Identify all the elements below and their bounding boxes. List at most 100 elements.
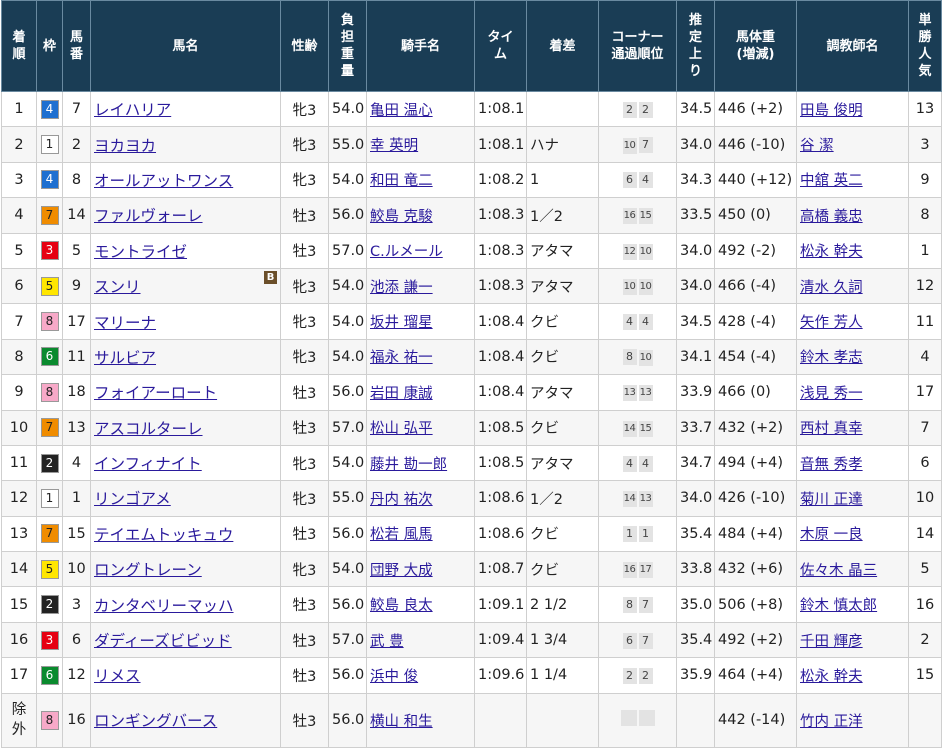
trainer-link[interactable]: 木原 一良: [800, 527, 863, 543]
jockey-link[interactable]: 浜中 俊: [370, 669, 418, 685]
trainer-link[interactable]: 高橋 義忠: [800, 209, 863, 225]
corner-pos: 7: [638, 632, 653, 649]
rank-cell-text: 10: [9, 419, 29, 436]
header-corner-1: コーナー: [611, 30, 664, 45]
trainer-link[interactable]: 中舘 英二: [800, 173, 863, 189]
finish-time: 1:08.7: [474, 551, 527, 588]
trainer-link[interactable]: 鈴木 慎太郎: [800, 598, 877, 614]
jockey-link[interactable]: C.ルメール: [370, 244, 443, 260]
rank-cell: 1: [1, 90, 37, 128]
jockey-link[interactable]: 坂井 瑠星: [370, 315, 433, 331]
horse-number: 16: [62, 692, 91, 748]
horse-name-link[interactable]: ロンギングバース: [94, 712, 217, 730]
trainer-link[interactable]: 浅見 秀一: [800, 386, 863, 402]
trainer-link[interactable]: 竹内 正洋: [800, 714, 863, 730]
rank-cell: 16: [1, 621, 37, 659]
corner-positions: 10 10: [598, 267, 677, 305]
popularity: 2: [908, 621, 942, 659]
jockey-cell: 鮫島 良太: [366, 586, 475, 623]
sex-age: 牡3: [280, 692, 329, 748]
waku-cell: 2: [36, 444, 63, 482]
header-num: 馬番: [62, 0, 91, 92]
trainer-link[interactable]: 鈴木 孝志: [800, 350, 863, 366]
rank-cell-text: 6: [14, 278, 24, 295]
horse-name-link[interactable]: フォイアーロート: [94, 384, 217, 402]
jockey-link[interactable]: 藤井 勘一郎: [370, 457, 447, 473]
header-time-1: タイ: [487, 30, 514, 45]
header-last3f-1: 推: [688, 13, 702, 28]
horse-cell: カンタベリーマッハ: [90, 586, 281, 623]
table-row: 2 1 2 ヨカヨカ 牝3 55.0 幸 英明 1:08.1 ハナ 10 7 34…: [1, 126, 942, 163]
jockey-link[interactable]: 丹内 祐次: [370, 492, 433, 508]
body-weight: 432 (+6): [714, 551, 797, 588]
waku-cell: 2: [36, 586, 63, 623]
horse-name-link[interactable]: アスコルターレ: [94, 420, 203, 438]
jockey-link[interactable]: 岩田 康誠: [370, 386, 433, 402]
jockey-link[interactable]: 鮫島 良太: [370, 598, 433, 614]
body-weight: 494 (+4): [714, 444, 797, 482]
rank-cell-text: 16: [9, 632, 29, 649]
table-row: 16 3 6 ダディーズビビッド 牡3 57.0 武 豊 1:09.4 1 3/…: [1, 621, 942, 659]
waku-badge: 7: [40, 205, 59, 225]
trainer-link[interactable]: 西村 真幸: [800, 421, 863, 437]
trainer-link[interactable]: 谷 潔: [800, 138, 834, 154]
trainer-link[interactable]: 音無 秀孝: [800, 457, 863, 473]
body-weight: 426 (-10): [714, 480, 797, 517]
jockey-cell: 池添 謙一: [366, 267, 475, 305]
trainer-link[interactable]: 松永 幹夫: [800, 669, 863, 685]
corner-pos: 15: [638, 420, 653, 437]
horse-name-link[interactable]: ロングトレーン: [94, 561, 202, 579]
popularity: 15: [908, 657, 942, 694]
trainer-link[interactable]: 菊川 正達: [800, 492, 863, 508]
jockey-link[interactable]: 松山 弘平: [370, 421, 433, 437]
horse-name-link[interactable]: リメス: [94, 667, 141, 685]
horse-name-link[interactable]: ファルヴォーレ: [94, 207, 203, 225]
waku-cell: 8: [36, 303, 63, 340]
jockey-link[interactable]: 福永 祐一: [370, 350, 433, 366]
horse-name-link[interactable]: レイハリア: [94, 101, 171, 119]
horse-name-link[interactable]: サルビア: [94, 349, 156, 367]
sex-age: 牡3: [280, 515, 329, 553]
horse-name-link[interactable]: ヨカヨカ: [94, 137, 156, 155]
rank-cell: 3: [1, 161, 37, 199]
body-weight: 428 (-4): [714, 303, 797, 340]
sex-age: 牡3: [280, 657, 329, 694]
horse-name-link[interactable]: インフィナイト: [94, 455, 202, 473]
jockey-link[interactable]: 亀田 温心: [370, 103, 433, 119]
horse-name-link[interactable]: リンゴアメ: [94, 490, 171, 508]
carried-weight: 54.0: [328, 303, 367, 340]
rank-cell: 9: [1, 374, 37, 411]
horse-name-link[interactable]: テイエムトッキュウ: [94, 526, 233, 544]
jockey-link[interactable]: 鮫島 克駿: [370, 209, 433, 225]
trainer-cell: 松永 幹夫: [796, 657, 909, 694]
horse-name-link[interactable]: モントライゼ: [94, 243, 187, 261]
popularity: 3: [908, 126, 942, 163]
trainer-link[interactable]: 松永 幹夫: [800, 244, 863, 260]
jockey-link[interactable]: 松若 風馬: [370, 527, 433, 543]
jockey-link[interactable]: 横山 和生: [370, 714, 433, 730]
trainer-link[interactable]: 清水 久詞: [800, 280, 863, 296]
header-last3f-4: り: [688, 64, 702, 79]
header-popularity: 単勝人気: [908, 0, 942, 92]
trainer-link[interactable]: 田島 俊明: [800, 103, 863, 119]
jockey-link[interactable]: 武 豊: [370, 634, 404, 650]
horse-name-link[interactable]: スンリ: [94, 278, 141, 296]
rank-cell: 8: [1, 338, 37, 376]
table-row: 7 8 17 マリーナ 牝3 54.0 坂井 瑠星 1:08.4 クビ 44 3…: [1, 303, 942, 340]
jockey-link[interactable]: 池添 謙一: [370, 280, 433, 296]
popularity: 10: [908, 480, 942, 517]
trainer-link[interactable]: 佐々木 晶三: [800, 563, 877, 579]
horse-name-link[interactable]: マリーナ: [94, 314, 156, 332]
trainer-link[interactable]: 矢作 芳人: [800, 315, 863, 331]
trainer-link[interactable]: 千田 輝彦: [800, 634, 863, 650]
horse-number: 8: [62, 161, 91, 199]
horse-name-link[interactable]: オールアットワンス: [94, 172, 233, 190]
jockey-link[interactable]: 幸 英明: [370, 138, 418, 154]
horse-name-link[interactable]: ダディーズビビッド: [94, 632, 232, 650]
margin: クビ: [526, 515, 599, 553]
table-row: 4 7 14 ファルヴォーレ 牡3 56.0 鮫島 克駿 1:08.3 1／2 …: [1, 197, 942, 234]
horse-name-link[interactable]: カンタベリーマッハ: [94, 597, 234, 615]
jockey-link[interactable]: 団野 大成: [370, 563, 433, 579]
margin: クビ: [526, 409, 599, 446]
jockey-link[interactable]: 和田 竜二: [370, 173, 433, 189]
